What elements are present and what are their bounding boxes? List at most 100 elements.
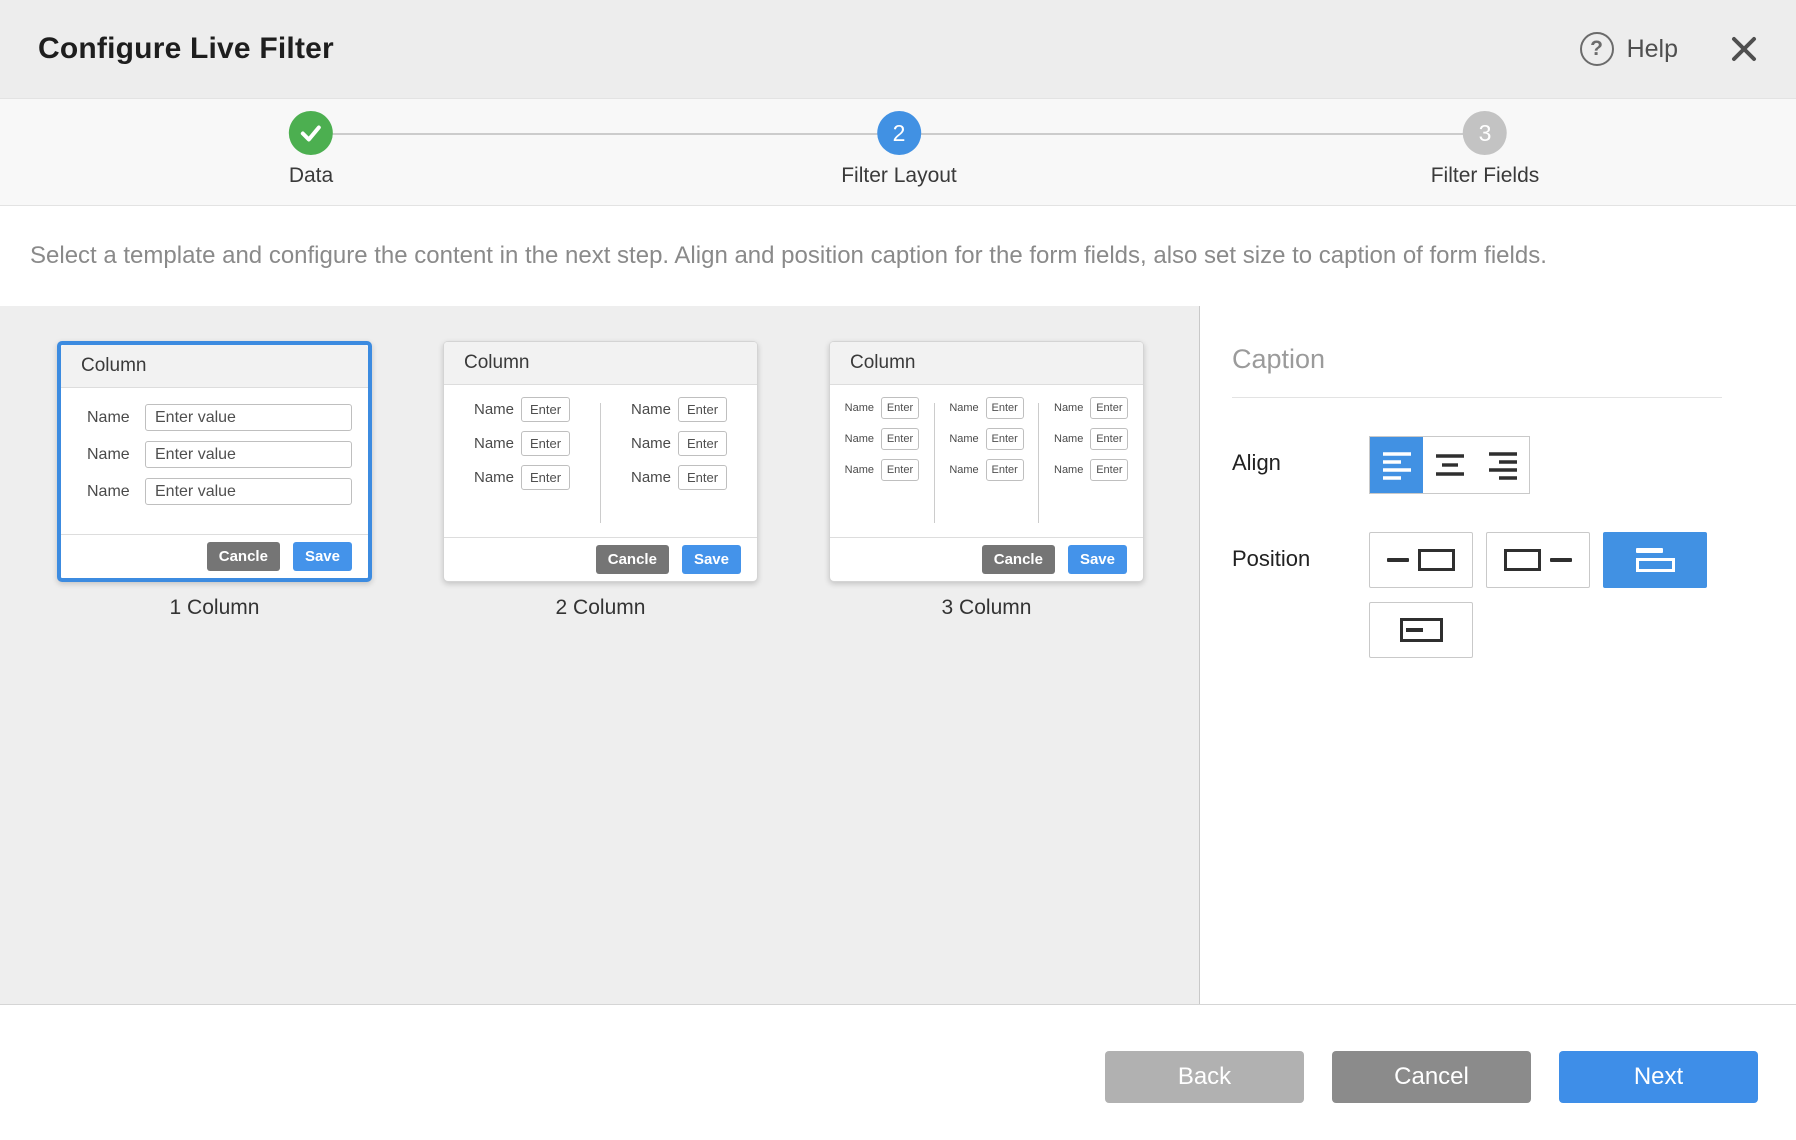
- preview-field-label: Name: [474, 469, 514, 486]
- template-card-caption: 1 Column: [57, 596, 372, 620]
- preview-field-label: Name: [631, 469, 671, 486]
- preview-field-input: Enter: [986, 428, 1024, 450]
- preview-field-label: Name: [845, 433, 874, 445]
- dialog-footer: Back Cancel Next: [0, 1005, 1796, 1140]
- preview-field-label: Name: [1054, 402, 1083, 414]
- step-label: Data: [289, 164, 333, 188]
- align-right-icon: [1487, 449, 1519, 481]
- preview-column: NameEnter NameEnter NameEnter: [830, 397, 934, 537]
- main-content: Column Name Enter value Name Enter value…: [0, 306, 1796, 1005]
- step-label: Filter Layout: [841, 164, 957, 188]
- preview-column: NameEnter NameEnter NameEnter: [1039, 397, 1143, 537]
- preview-column: NameEnter NameEnter NameEnter: [444, 397, 600, 537]
- back-button[interactable]: Back: [1105, 1051, 1304, 1103]
- position-label: Position: [1232, 532, 1369, 572]
- preview-save-button: Save: [1068, 545, 1127, 574]
- preview-field-label: Name: [949, 402, 978, 414]
- dialog-title: Configure Live Filter: [38, 32, 334, 66]
- preview-field-label: Name: [474, 435, 514, 452]
- preview-card-header: Column: [61, 345, 368, 388]
- step-data[interactable]: Data: [289, 111, 333, 188]
- preview-card-header: Column: [444, 342, 757, 385]
- caption-left-icon: [1387, 558, 1409, 562]
- preview-field-input: Enter: [881, 428, 919, 450]
- preview-card-header: Column: [830, 342, 1143, 385]
- preview-cancle-button: Cancle: [596, 545, 669, 574]
- align-button-group: [1369, 436, 1530, 494]
- help-icon: ?: [1580, 32, 1614, 66]
- step-number-circle: 2: [877, 111, 921, 155]
- header-actions: ? Help: [1580, 31, 1762, 67]
- preview-field-label: Name: [845, 402, 874, 414]
- close-button[interactable]: [1726, 31, 1762, 67]
- step-label: Filter Fields: [1431, 164, 1540, 188]
- align-center-button[interactable]: [1423, 437, 1476, 493]
- preview-field-label: Name: [87, 483, 139, 501]
- preview-field-label: Name: [87, 409, 139, 427]
- position-button-group: [1369, 532, 1707, 658]
- preview-cancle-button: Cancle: [982, 545, 1055, 574]
- next-button[interactable]: Next: [1559, 1051, 1758, 1103]
- dialog-header: Configure Live Filter ? Help: [0, 0, 1796, 98]
- preview-field-input: Enter: [521, 397, 570, 422]
- preview-field-row: Name Enter value: [87, 404, 352, 431]
- preview-card-body: Name Enter value Name Enter value Name E…: [61, 388, 368, 534]
- align-left-icon: [1381, 449, 1413, 481]
- preview-card-footer: Cancle Save: [830, 537, 1143, 581]
- preview-card-body: NameEnter NameEnter NameEnter NameEnter …: [830, 385, 1143, 537]
- align-center-icon: [1434, 449, 1466, 481]
- cancel-button[interactable]: Cancel: [1332, 1051, 1531, 1103]
- step-filter-layout[interactable]: 2 Filter Layout: [841, 111, 957, 188]
- preview-field-input: Enter: [521, 465, 570, 490]
- wizard-stepper: Data 2 Filter Layout 3 Filter Fields: [0, 98, 1796, 206]
- preview-card-body: NameEnter NameEnter NameEnter NameEnter …: [444, 385, 757, 537]
- position-caption-inside-button[interactable]: [1369, 602, 1473, 658]
- preview-field-label: Name: [87, 446, 139, 464]
- template-card-3-column[interactable]: Column Name Enter Name Enter Name Enter Nam…: [829, 341, 1144, 582]
- position-caption-left-button[interactable]: [1369, 532, 1473, 588]
- help-label: Help: [1627, 35, 1678, 64]
- template-card-2-column[interactable]: Column NameEnter NameEnter NameEnter Nam…: [443, 341, 758, 582]
- caption-inside-icon: [1400, 618, 1443, 642]
- caption-settings-panel: Caption Align: [1200, 306, 1796, 1004]
- preview-field-label: Name: [845, 464, 874, 476]
- caption-panel-divider: [1232, 397, 1722, 398]
- preview-field-input: Enter value: [145, 478, 352, 505]
- align-right-button[interactable]: [1476, 437, 1529, 493]
- template-card-caption: 3 Column: [829, 596, 1144, 620]
- preview-field-input: Enter: [1090, 428, 1128, 450]
- preview-field-input: Enter value: [145, 404, 352, 431]
- preview-field-row: Name Enter value: [87, 478, 352, 505]
- preview-field-input: Enter: [521, 431, 570, 456]
- template-card-caption: 2 Column: [443, 596, 758, 620]
- preview-save-button: Save: [293, 542, 352, 571]
- preview-save-button: Save: [682, 545, 741, 574]
- caption-top-icon: [1636, 548, 1675, 572]
- align-row: Align: [1232, 436, 1796, 494]
- preview-field-row: Name Enter value: [87, 441, 352, 468]
- step-filter-fields[interactable]: 3 Filter Fields: [1431, 111, 1540, 188]
- position-row: Position: [1232, 532, 1796, 658]
- position-caption-right-button[interactable]: [1486, 532, 1590, 588]
- preview-field-input: Enter: [1090, 397, 1128, 419]
- preview-field-input: Enter: [986, 459, 1024, 481]
- caption-right-icon: [1550, 558, 1572, 562]
- preview-field-input: Enter: [986, 397, 1024, 419]
- align-left-button[interactable]: [1370, 437, 1423, 493]
- stepper-connector: [899, 133, 1485, 135]
- preview-field-input: Enter value: [145, 441, 352, 468]
- step-number-circle: 3: [1463, 111, 1507, 155]
- preview-field-input: Enter: [1090, 459, 1128, 481]
- preview-field-label: Name: [949, 433, 978, 445]
- align-label: Align: [1232, 436, 1369, 476]
- preview-card-footer: Cancle Save: [61, 534, 368, 578]
- position-caption-top-button[interactable]: [1603, 532, 1707, 588]
- description-bar: Select a template and configure the cont…: [0, 206, 1796, 306]
- help-button[interactable]: ? Help: [1580, 32, 1678, 66]
- preview-field-label: Name: [949, 464, 978, 476]
- preview-field-input: Enter: [678, 431, 727, 456]
- stepper-connector: [311, 133, 899, 135]
- template-card-1-column[interactable]: Column Name Enter value Name Enter value…: [57, 341, 372, 582]
- preview-field-label: Name: [1054, 433, 1083, 445]
- preview-cancle-button: Cancle: [207, 542, 280, 571]
